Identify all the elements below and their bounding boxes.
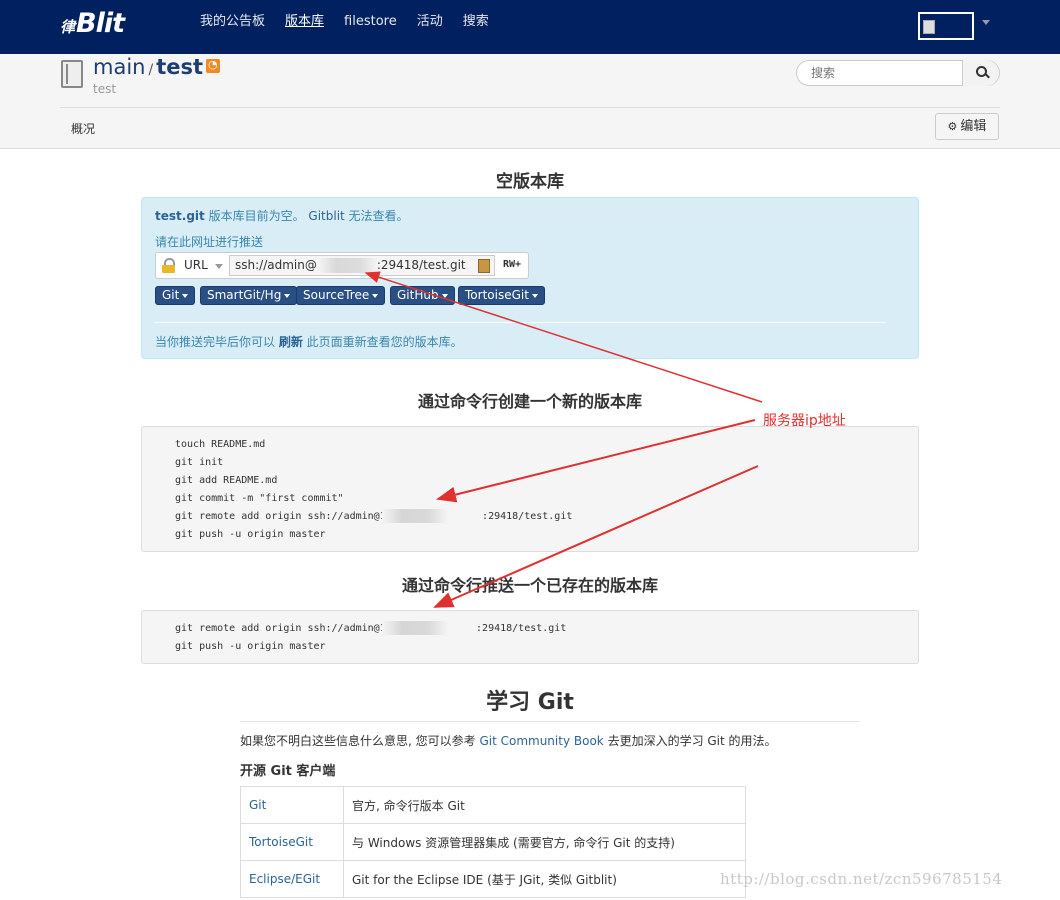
watermark: http://blog.csdn.net/zcn596785154 — [720, 870, 1003, 888]
annotation-arrows — [364, 271, 763, 608]
annotation-label: 服务器ip地址 — [763, 413, 846, 429]
arrow-to-url — [364, 271, 763, 403]
